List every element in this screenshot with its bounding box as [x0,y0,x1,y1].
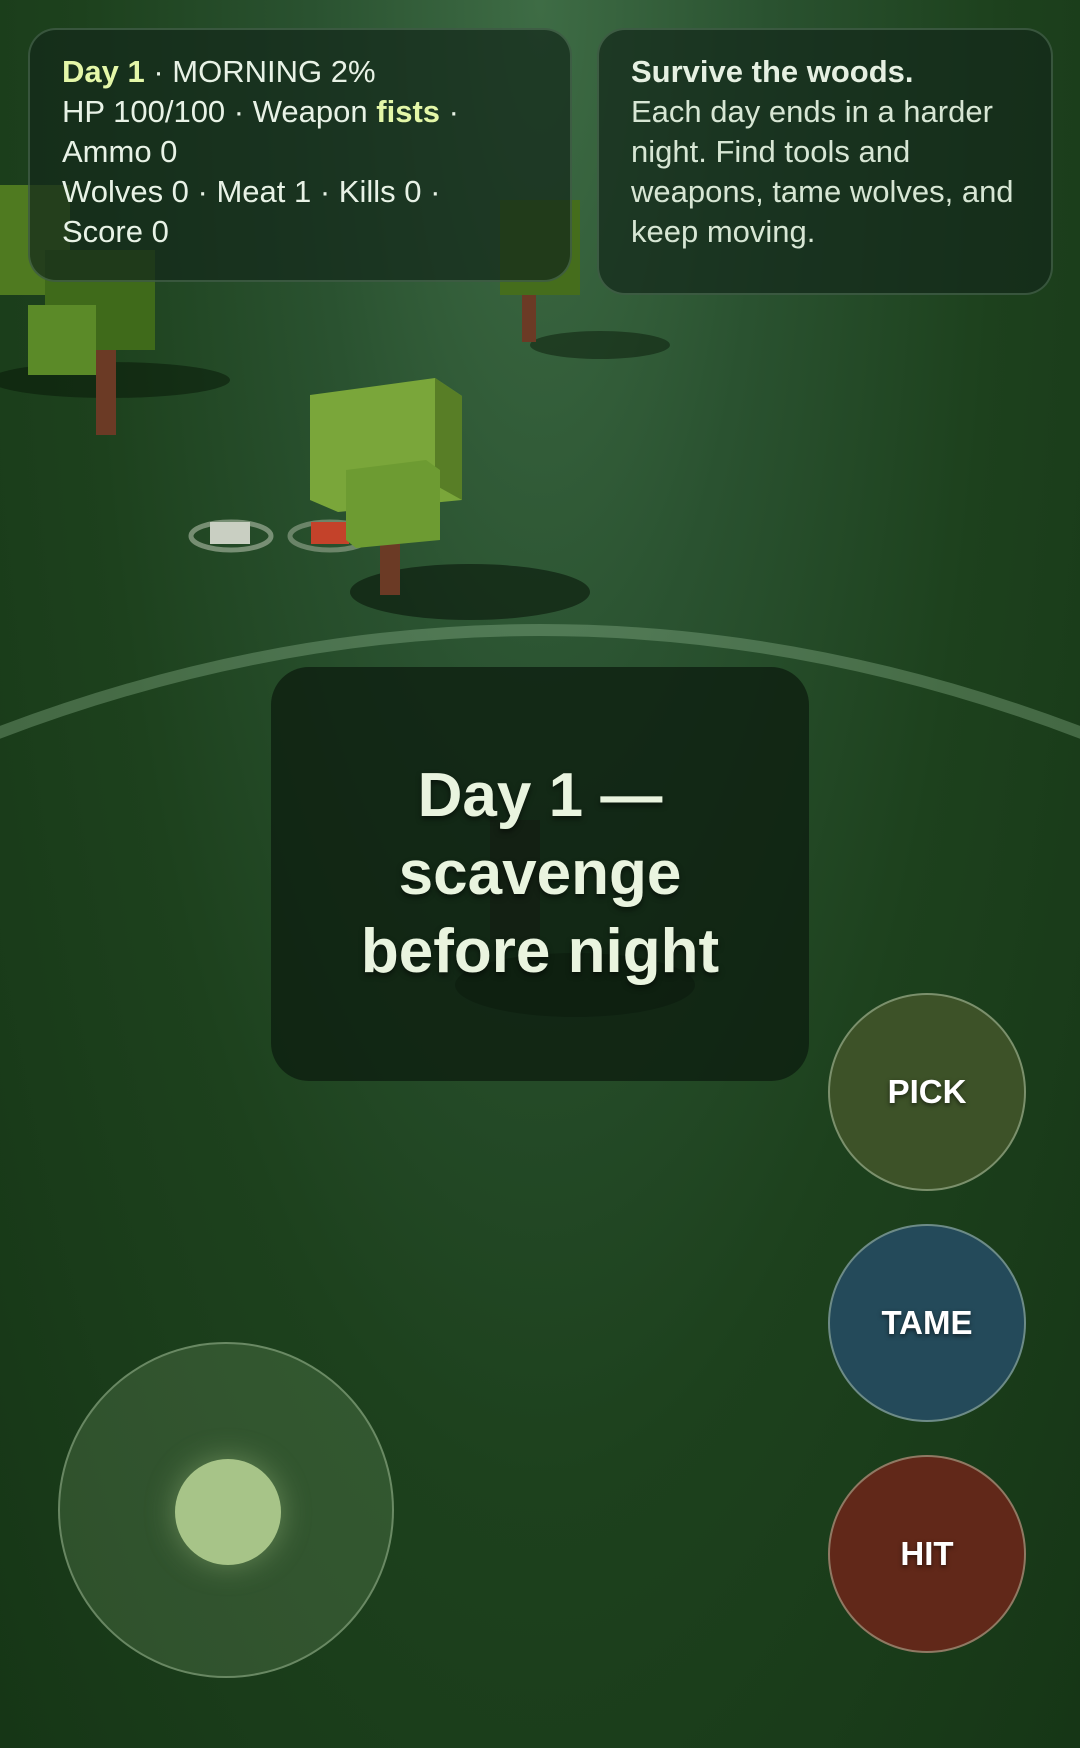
movement-joystick[interactable] [58,1342,394,1678]
pick-label: PICK [887,1073,967,1110]
hp-label: HP 100/100 · Weapon [62,94,368,129]
status-panel: Day 1 · MORNING 2% HP 100/100 · Weapon f… [28,28,572,282]
hint-title: Survive the woods. [631,54,914,89]
weapon-separator: · [448,94,459,129]
status-line-hp: HP 100/100 · Weapon fists · [62,92,538,132]
day-phase: · MORNING 2% [153,54,376,89]
tame-label: TAME [881,1304,973,1341]
banner-text: Day 1 — scavenge before night [360,761,720,986]
hit-label: HIT [900,1535,954,1572]
status-line-day: Day 1 · MORNING 2% [62,52,538,92]
hint-body: Each day ends in a harder night. Find to… [631,94,1014,249]
wolves-meat-kills: Wolves 0 · Meat 1 · Kills 0 · [62,174,441,209]
item-stone [188,519,274,553]
hint-panel: Survive the woods. Each day ends in a ha… [597,28,1053,295]
game-viewport[interactable]: Day 1 · MORNING 2% HP 100/100 · Weapon f… [0,0,1080,1748]
joystick-knob[interactable] [175,1459,281,1565]
day-banner: Day 1 — scavenge before night [271,667,809,1081]
weapon-value: fists [376,94,441,129]
tame-button[interactable]: TAME [828,1224,1026,1422]
pick-button[interactable]: PICK [828,993,1026,1191]
score-count: Score 0 [62,214,169,249]
hit-button[interactable]: HIT [828,1455,1026,1653]
day-label: Day 1 [62,54,145,89]
tree-center [310,378,590,620]
ammo-count: Ammo 0 [62,134,178,169]
